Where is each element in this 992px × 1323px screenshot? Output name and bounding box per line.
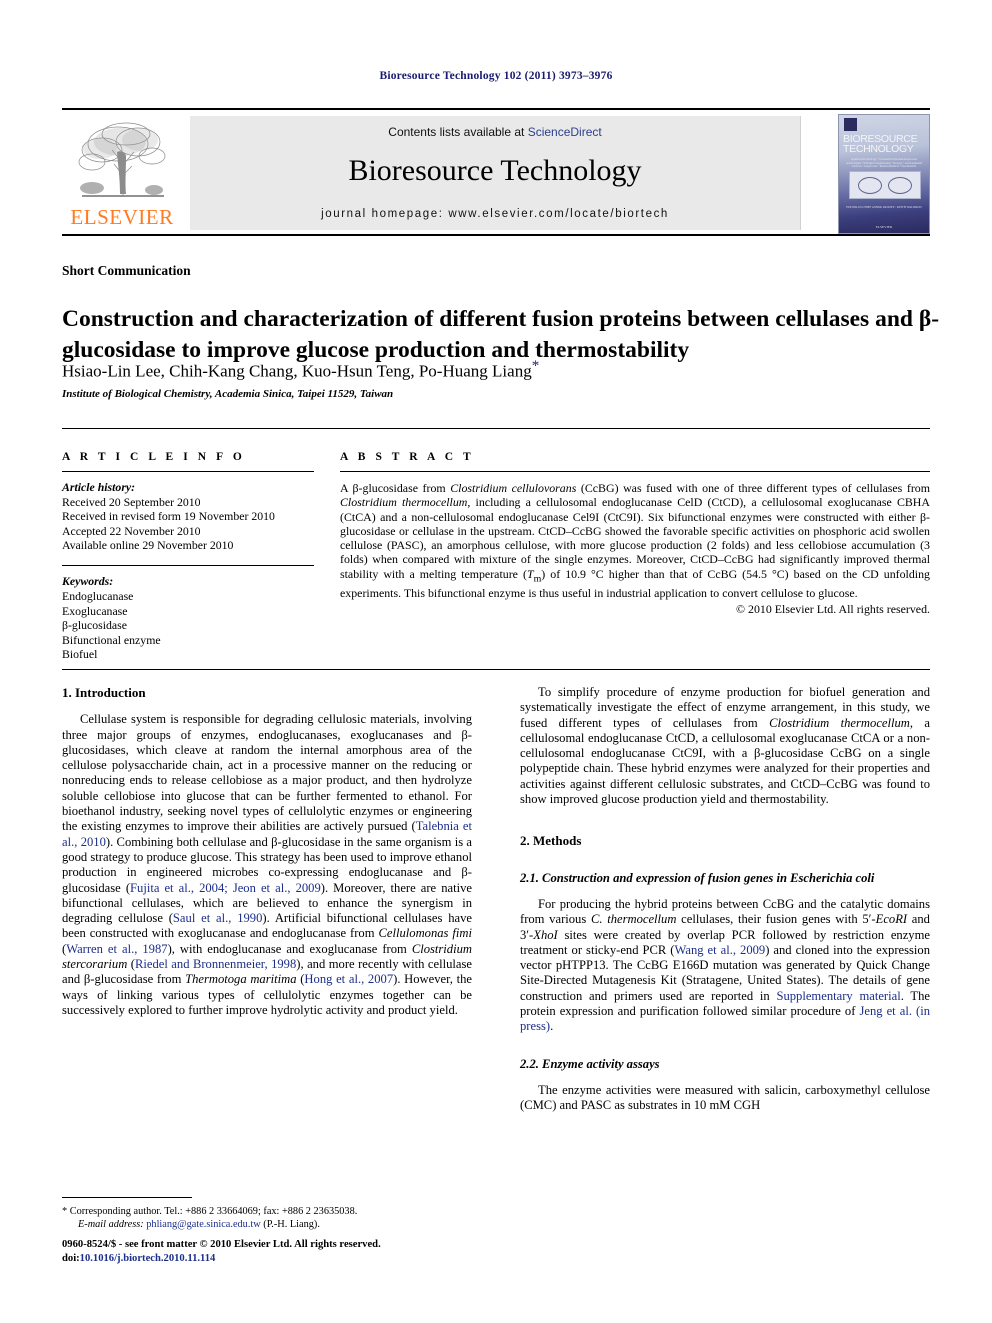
paragraph-2-2-1: The enzyme activities were measured with…	[520, 1082, 930, 1113]
keyword-item: β-glucosidase	[62, 618, 127, 633]
history-item: Available online 29 November 2010	[62, 538, 234, 553]
keyword-item: Exoglucanase	[62, 603, 128, 618]
article-info-heading: A R T I C L E I N F O	[62, 451, 246, 463]
citation-link[interactable]: Wang et al., 2009	[675, 943, 766, 957]
doi-link[interactable]: 10.1016/j.biortech.2010.11.114	[80, 1253, 216, 1264]
page-title: Construction and characterization of dif…	[62, 305, 940, 363]
article-history-group: Article history: Received 20 September 2…	[62, 480, 314, 553]
keywords-group: Keywords: Endoglucanase Exoglucanase β-g…	[62, 574, 314, 662]
abstract-heading: A B S T R A C T	[340, 451, 475, 463]
keyword-item: Biofuel	[62, 647, 98, 662]
footnote-email-suffix: (P.-H. Liang).	[263, 1219, 320, 1230]
affiliation: Institute of Biological Chemistry, Acade…	[62, 388, 394, 400]
article-info-abstract-block: A R T I C L E I N F O Article history: R…	[62, 428, 930, 670]
cover-subtitle: applied microbiology • biochemical/biofu…	[845, 157, 923, 169]
document-page: Bioresource Technology 102 (2011) 3973–3…	[0, 0, 992, 1323]
journal-cover-thumbnail: BIORESOURCE TECHNOLOGY applied microbiol…	[838, 114, 930, 234]
article-history-label: Article history:	[62, 480, 136, 494]
cover-title: BIORESOURCE TECHNOLOGY	[843, 133, 918, 155]
article-info-column: A R T I C L E I N F O Article history: R…	[62, 429, 314, 662]
sciencedirect-link[interactable]: ScienceDirect	[528, 125, 602, 139]
corresponding-author-marker[interactable]: *	[532, 358, 540, 374]
article-type-label: Short Communication	[62, 263, 191, 278]
citation-link[interactable]: Riedel and Bronnenmeier, 1998	[135, 957, 296, 971]
journal-homepage-line[interactable]: journal homepage: www.elsevier.com/locat…	[190, 208, 800, 220]
footnote-contact-text: Corresponding author. Tel.: +886 2 33664…	[69, 1206, 358, 1217]
citation-link[interactable]: Talebnia et al., 2010	[62, 819, 472, 848]
section-heading-introduction: 1. Introduction	[62, 685, 146, 700]
history-item: Received in revised form 19 November 201…	[62, 509, 275, 524]
footnote-contact-line: * Corresponding author. Tel.: +886 2 336…	[62, 1205, 472, 1218]
citation-link[interactable]: Warren et al., 1987	[66, 942, 167, 956]
cover-publisher-line: ELSEVIER	[875, 225, 893, 229]
elsevier-logo: ELSEVIER	[64, 116, 180, 230]
paragraph-intro-2: To simplify procedure of enzyme producti…	[520, 685, 930, 807]
keyword-item: Bifunctional enzyme	[62, 632, 161, 647]
elsevier-wordmark: ELSEVIER	[70, 205, 174, 229]
section-heading-methods: 2. Methods	[520, 833, 582, 849]
cover-editor-line: EDITOR-IN-CHIEF ASHOK PANDEY / KEITH WAL…	[846, 205, 922, 209]
cover-illustration	[849, 171, 921, 199]
masthead-top-rule	[62, 108, 930, 110]
contents-prefix: Contents lists available at	[388, 125, 528, 139]
corresponding-author-footnote: * Corresponding author. Tel.: +886 2 336…	[62, 1197, 472, 1231]
keywords-rule	[62, 564, 314, 567]
keywords-label: Keywords:	[62, 574, 114, 589]
abstract-copyright: © 2010 Elsevier Ltd. All rights reserved…	[736, 601, 930, 616]
journal-title: Bioresource Technology	[348, 154, 642, 187]
history-item: Accepted 22 November 2010	[62, 523, 201, 538]
doi-label: doi:	[62, 1252, 80, 1264]
elsevier-tree-icon	[78, 122, 166, 197]
keyword-item: Endoglucanase	[62, 589, 134, 604]
cover-publisher-icon	[844, 118, 857, 131]
masthead-center-panel: Contents lists available at ScienceDirec…	[190, 116, 801, 230]
citation-link[interactable]: Fujita et al., 2004; Jeon et al., 2009	[130, 881, 321, 895]
journal-masthead: ELSEVIER Contents lists available at Sci…	[62, 108, 930, 236]
citation-link[interactable]: Supplementary material	[776, 989, 900, 1003]
masthead-bottom-rule	[62, 234, 930, 236]
subsection-heading-2-2: 2.2. Enzyme activity assays	[520, 1056, 660, 1071]
footnote-rule	[62, 1197, 192, 1198]
paragraph-intro-1: Cellulase system is responsible for degr…	[62, 712, 473, 1017]
citation-link[interactable]: Jeng et al. (in press)	[520, 1004, 930, 1033]
history-item: Received 20 September 2010	[62, 494, 201, 509]
footnote-email-label: E-mail address:	[78, 1219, 144, 1230]
citation-link[interactable]: Saul et al., 1990	[173, 911, 262, 925]
author-list: Hsiao-Lin Lee, Chih-Kang Chang, Kuo-Hsun…	[62, 358, 942, 382]
page-footer: 0960-8524/$ - see front matter © 2010 El…	[62, 1238, 562, 1265]
body-column-left: 1. Introduction Cellulase system is resp…	[62, 685, 472, 1018]
footnote-email-line: E-mail address: phliang@gate.sinica.edu.…	[62, 1218, 472, 1231]
footnote-marker: *	[62, 1206, 68, 1217]
paragraph-2-1-1: For producing the hybrid proteins betwee…	[520, 896, 931, 1034]
running-head: Bioresource Technology 102 (2011) 3973–3…	[379, 70, 613, 82]
author-names: Hsiao-Lin Lee, Chih-Kang Chang, Kuo-Hsun…	[62, 361, 532, 381]
cover-illustration-shape-left	[858, 177, 882, 194]
doi-line: doi:10.1016/j.biortech.2010.11.114	[62, 1252, 562, 1266]
article-info-rule	[62, 471, 314, 472]
body-column-right: To simplify procedure of enzyme producti…	[520, 685, 930, 1114]
citation-link[interactable]: Hong et al., 2007	[304, 972, 393, 986]
abstract-text: A β-glucosidase from Clostridium cellulo…	[340, 481, 930, 601]
issn-copyright-line: 0960-8524/$ - see front matter © 2010 El…	[62, 1239, 381, 1250]
contents-list-line: Contents lists available at ScienceDirec…	[190, 125, 800, 139]
cover-illustration-shape-right	[888, 177, 912, 194]
abstract-column: A B S T R A C T A β-glucosidase from Clo…	[340, 429, 930, 617]
abstract-rule	[340, 471, 930, 472]
subsection-heading-2-1: 2.1. Construction and expression of fusi…	[520, 870, 875, 885]
footnote-email-link[interactable]: phliang@gate.sinica.edu.tw	[146, 1219, 260, 1230]
